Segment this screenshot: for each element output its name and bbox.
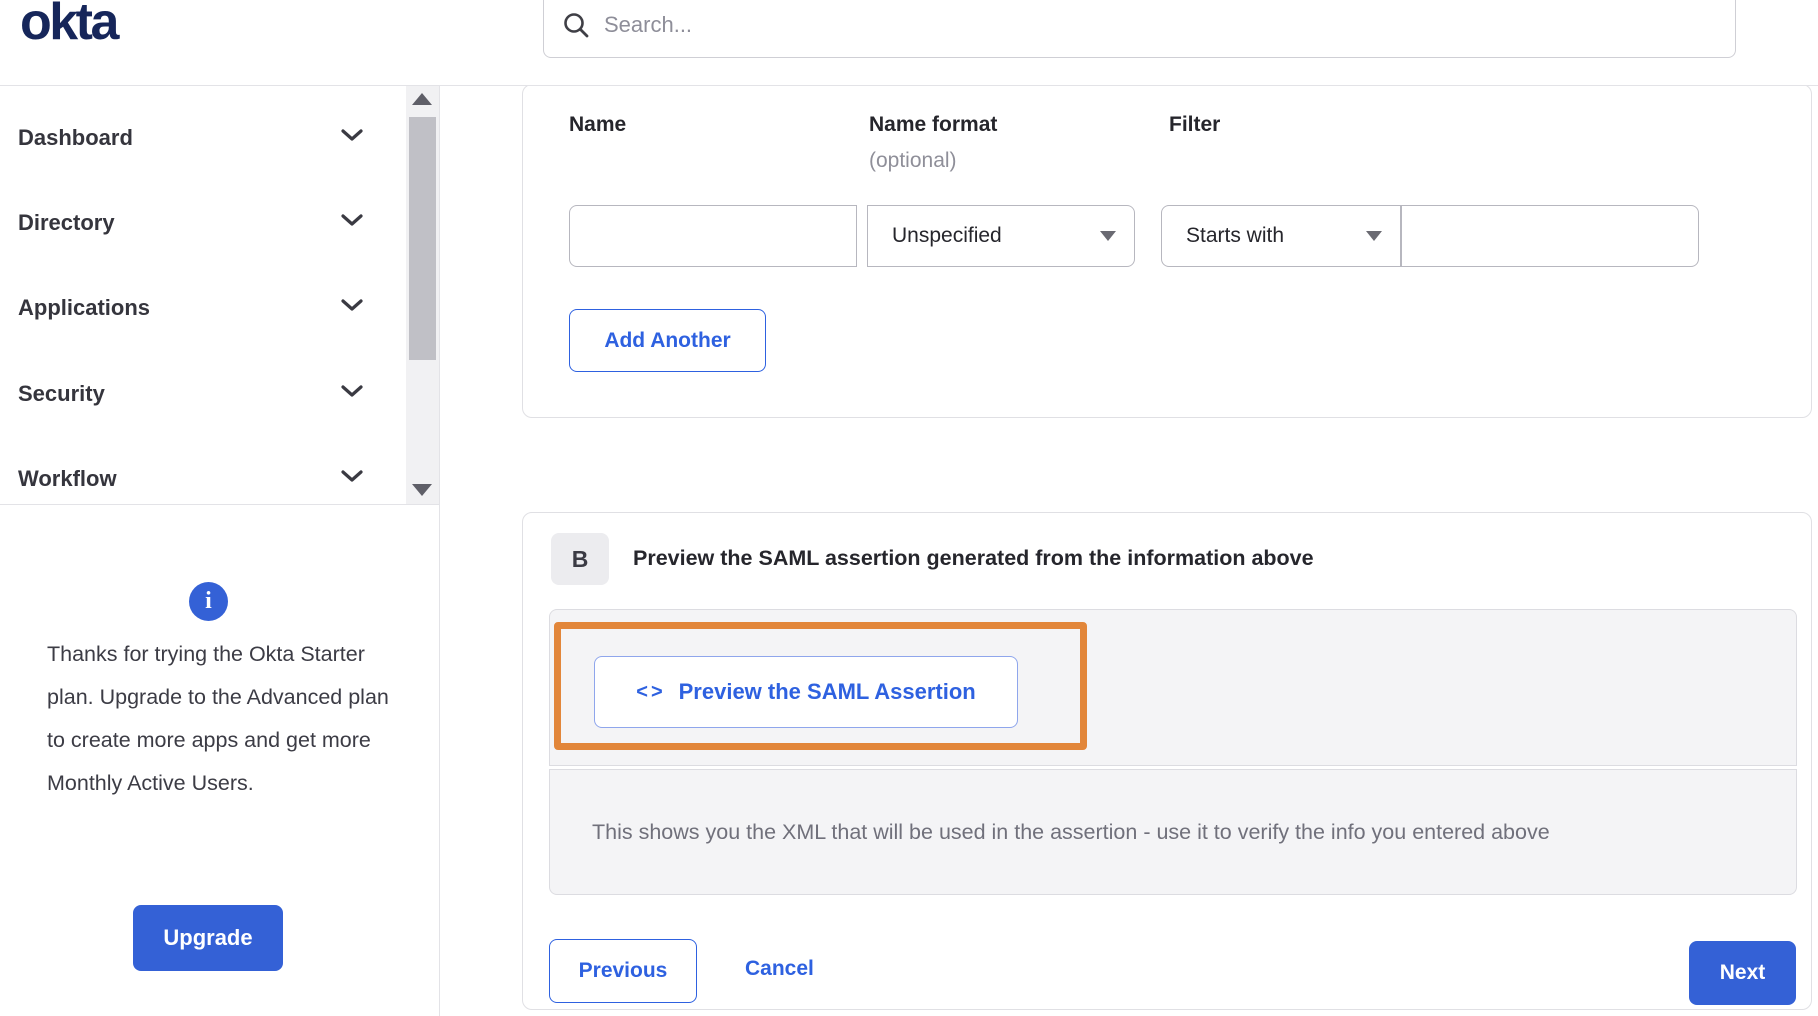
dropdown-caret-icon bbox=[1366, 231, 1382, 241]
previous-button[interactable]: Previous bbox=[549, 939, 697, 1003]
chevron-down-icon bbox=[340, 469, 364, 488]
code-icon: <> bbox=[636, 681, 665, 704]
dropdown-caret-icon bbox=[1100, 231, 1116, 241]
upgrade-notice-text: Thanks for trying the Okta Starter plan.… bbox=[47, 633, 392, 805]
name-format-select[interactable]: Unspecified bbox=[867, 205, 1135, 267]
sidebar-item-label: Security bbox=[18, 381, 105, 407]
okta-logo: okta bbox=[20, 0, 117, 54]
sidebar-nav: Dashboard Directory Applications Securit… bbox=[0, 85, 439, 505]
okta-admin-console: okta Search... Dashboard Directory Appli… bbox=[0, 0, 1818, 1016]
next-button[interactable]: Next bbox=[1689, 941, 1796, 1005]
column-label-filter: Filter bbox=[1169, 113, 1220, 137]
filter-type-select[interactable]: Starts with bbox=[1161, 205, 1401, 267]
preview-saml-assertion-button[interactable]: <> Preview the SAML Assertion bbox=[594, 656, 1018, 728]
column-label-name-format: Name format bbox=[869, 113, 997, 137]
search-placeholder: Search... bbox=[604, 12, 692, 38]
scroll-up-icon[interactable] bbox=[412, 93, 432, 105]
cancel-link[interactable]: Cancel bbox=[745, 957, 814, 981]
sidebar-item-label: Dashboard bbox=[18, 125, 133, 151]
preview-helper-panel: This shows you the XML that will be used… bbox=[549, 769, 1797, 895]
add-another-button[interactable]: Add Another bbox=[569, 309, 766, 372]
sidebar-item-directory[interactable]: Directory bbox=[0, 180, 400, 265]
preview-helper-text: This shows you the XML that will be used… bbox=[550, 820, 1550, 845]
global-search[interactable]: Search... bbox=[543, 0, 1736, 58]
column-label-name: Name bbox=[569, 113, 626, 137]
scroll-down-icon[interactable] bbox=[412, 484, 432, 496]
sidebar-scrollbar[interactable] bbox=[406, 85, 439, 504]
preview-saml-card: B Preview the SAML assertion generated f… bbox=[522, 512, 1812, 1010]
preview-section-heading: Preview the SAML assertion generated fro… bbox=[633, 546, 1314, 571]
chevron-down-icon bbox=[340, 213, 364, 232]
sidebar-item-dashboard[interactable]: Dashboard bbox=[0, 95, 400, 180]
chevron-down-icon bbox=[340, 384, 364, 403]
scrollbar-thumb[interactable] bbox=[409, 117, 436, 360]
name-format-selected-value: Unspecified bbox=[892, 224, 1002, 248]
column-sublabel-optional: (optional) bbox=[869, 149, 957, 173]
filter-value-input[interactable] bbox=[1401, 205, 1699, 267]
upgrade-button[interactable]: Upgrade bbox=[133, 905, 283, 971]
sidebar-item-label: Directory bbox=[18, 210, 115, 236]
attribute-name-input[interactable] bbox=[569, 205, 857, 267]
search-icon bbox=[562, 11, 590, 39]
sidebar-item-workflow[interactable]: Workflow bbox=[0, 436, 400, 521]
sidebar-item-applications[interactable]: Applications bbox=[0, 265, 400, 350]
sidebar-item-label: Workflow bbox=[18, 466, 117, 492]
sidebar-item-security[interactable]: Security bbox=[0, 351, 400, 436]
preview-button-label: Preview the SAML Assertion bbox=[679, 679, 976, 705]
filter-type-selected-value: Starts with bbox=[1186, 224, 1284, 248]
info-icon: i bbox=[189, 582, 228, 621]
sidebar: Dashboard Directory Applications Securit… bbox=[0, 85, 440, 1016]
sidebar-item-label: Applications bbox=[18, 295, 150, 321]
attribute-statements-card: Name Name format (optional) Filter Unspe… bbox=[522, 84, 1812, 418]
chevron-down-icon bbox=[340, 298, 364, 317]
top-header: okta Search... bbox=[0, 0, 1818, 86]
step-badge: B bbox=[551, 533, 609, 585]
chevron-down-icon bbox=[340, 128, 364, 147]
